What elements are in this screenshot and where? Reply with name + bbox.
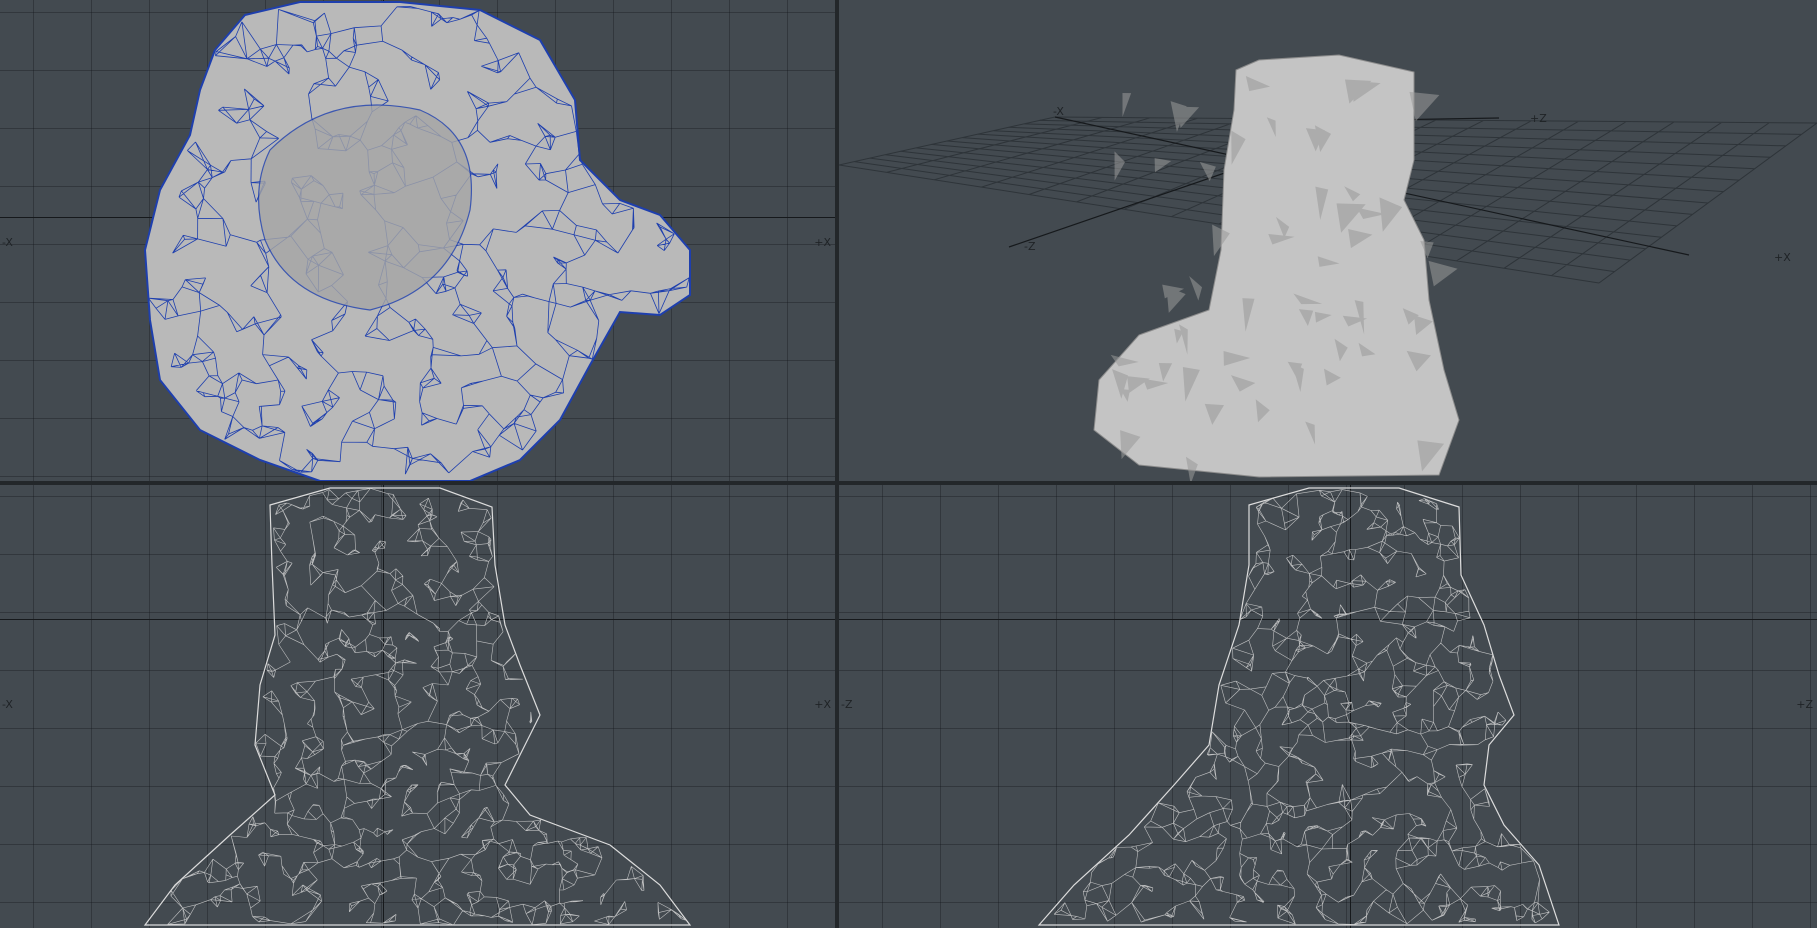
axis-label-x-pos: +X [1774,251,1791,264]
axis-label-z-pos: +Z [1530,112,1547,125]
viewport-right[interactable]: -Z +Z [839,485,1817,928]
mesh-top-view[interactable] [0,0,835,481]
mesh-right-wireframe[interactable] [839,485,1817,928]
mesh-front-wireframe[interactable] [0,485,835,928]
axis-label-x-neg: -X [1053,105,1064,118]
axis-label-z-neg: -Z [1024,240,1036,253]
modeler-quad-view: -X +X -X -Z +Z +X -X +X -Z +Z [0,0,1817,928]
viewport-perspective[interactable]: -X -Z +Z +X [839,0,1817,481]
viewport-front[interactable]: -X +X [0,485,835,928]
viewport-top[interactable]: -X +X [0,0,835,481]
perspective-scene[interactable] [839,0,1817,481]
